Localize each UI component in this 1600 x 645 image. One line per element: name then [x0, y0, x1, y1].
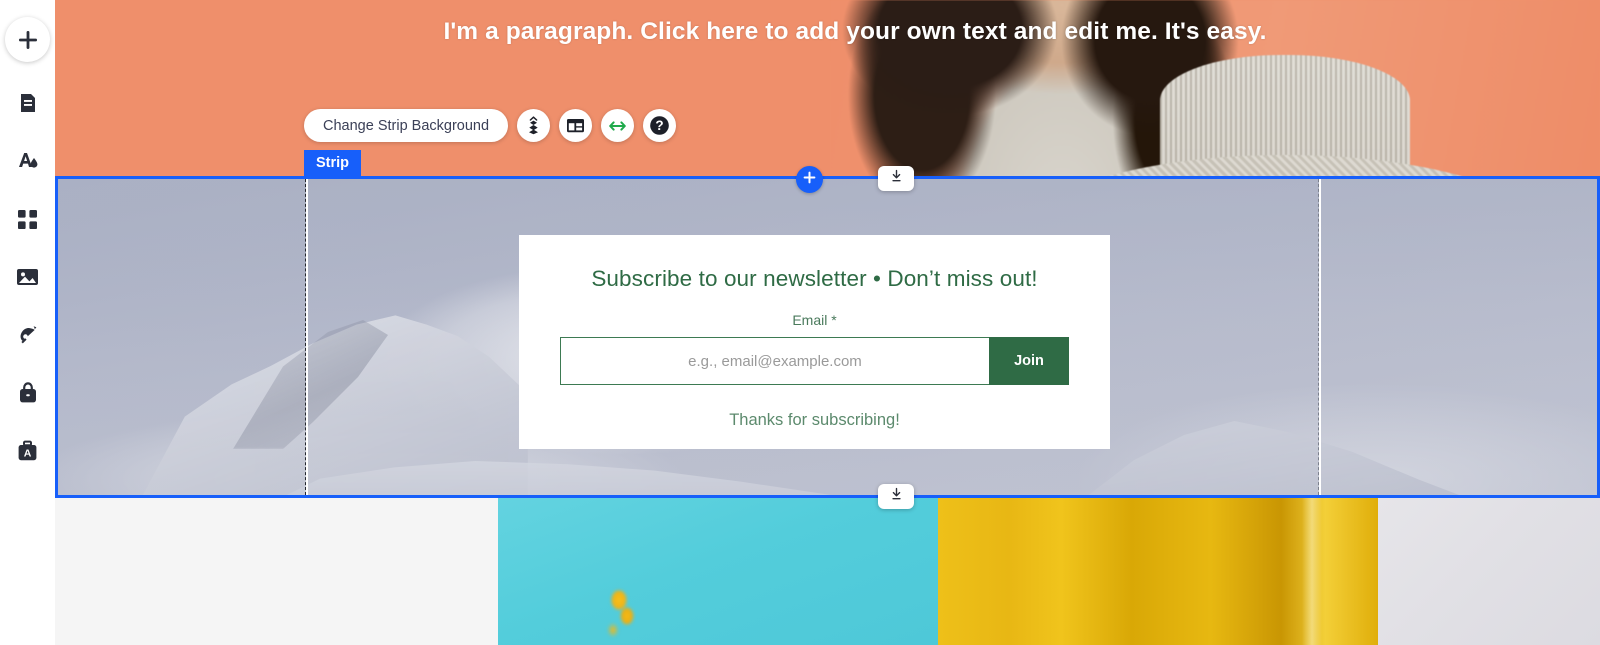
- strip-label-tab[interactable]: Strip: [304, 150, 362, 176]
- download-handle-icon: [889, 487, 904, 507]
- plus-icon: [802, 170, 817, 190]
- animation-button[interactable]: [517, 109, 551, 142]
- subscribe-success-message: Thanks for subscribing!: [729, 411, 900, 429]
- change-strip-background-button[interactable]: Change Strip Background: [304, 109, 509, 142]
- horizontal-arrows-icon: [607, 119, 628, 133]
- sidebar-item-site-design[interactable]: [5, 138, 51, 184]
- editor-canvas: I'm a paragraph. Click here to add your …: [55, 0, 1600, 645]
- image-icon: [16, 267, 39, 287]
- grid-guide-right: [1318, 179, 1319, 495]
- strip-resize-handle-top[interactable]: [878, 166, 914, 191]
- page-icon: [17, 92, 39, 114]
- sidebar-item-media[interactable]: [5, 254, 51, 300]
- email-input-row: Join: [560, 337, 1069, 385]
- help-question-icon: ?: [649, 115, 670, 136]
- columns-layout-icon: [566, 117, 585, 134]
- sidebar-item-add-element[interactable]: [5, 17, 50, 62]
- selected-strip[interactable]: Subscribe to our newsletter • Don’t miss…: [55, 176, 1600, 498]
- grid-guide-left-backing: [306, 179, 308, 495]
- email-input[interactable]: [560, 337, 989, 385]
- bottom-strip[interactable]: [55, 498, 1600, 645]
- newsletter-subscribe-form[interactable]: Subscribe to our newsletter • Don’t miss…: [519, 235, 1110, 449]
- sidebar-item-pages[interactable]: [5, 80, 51, 126]
- hero-paragraph-text[interactable]: I'm a paragraph. Click here to add your …: [55, 18, 1600, 46]
- pen-nib-icon: [17, 324, 39, 346]
- section-light[interactable]: [55, 498, 498, 645]
- layers-animation-icon: [524, 116, 543, 135]
- svg-text:?: ?: [655, 118, 663, 133]
- plus-icon: [17, 29, 39, 51]
- join-button[interactable]: Join: [989, 337, 1069, 385]
- sidebar-item-apps-market[interactable]: [5, 196, 51, 242]
- section-gray[interactable]: [1378, 498, 1600, 645]
- strip-floating-toolbar: Change Strip Background ?: [304, 109, 677, 142]
- svg-text:A: A: [24, 448, 32, 460]
- editor-window: A I'm a paragraph. Click here to add you…: [0, 0, 1600, 645]
- section-cyan[interactable]: [498, 498, 938, 645]
- stretch-button[interactable]: [601, 109, 635, 142]
- newsletter-title[interactable]: Subscribe to our newsletter • Don’t miss…: [519, 266, 1110, 292]
- sidebar-item-store[interactable]: [5, 370, 51, 416]
- sidebar-item-my-business[interactable]: A: [5, 428, 51, 474]
- help-button[interactable]: ?: [643, 109, 677, 142]
- theme-design-icon: [16, 150, 40, 172]
- sidebar-item-blog[interactable]: [5, 312, 51, 358]
- grid-guide-right-backing: [1319, 179, 1321, 495]
- grid-guide-left: [305, 179, 306, 495]
- hero-photo-shoulders: [1035, 155, 1535, 178]
- strip-resize-handle-bottom[interactable]: [878, 484, 914, 509]
- shopping-bag-icon: [18, 382, 38, 404]
- flower-photo-detail: [603, 590, 649, 645]
- section-gold[interactable]: [938, 498, 1378, 645]
- grid-apps-icon: [17, 209, 38, 230]
- briefcase-a-icon: A: [17, 440, 38, 462]
- download-handle-icon: [889, 169, 904, 189]
- layout-button[interactable]: [559, 109, 593, 142]
- left-sidebar: A: [0, 0, 55, 645]
- email-field-label: Email *: [792, 312, 837, 328]
- add-section-button[interactable]: [796, 166, 823, 193]
